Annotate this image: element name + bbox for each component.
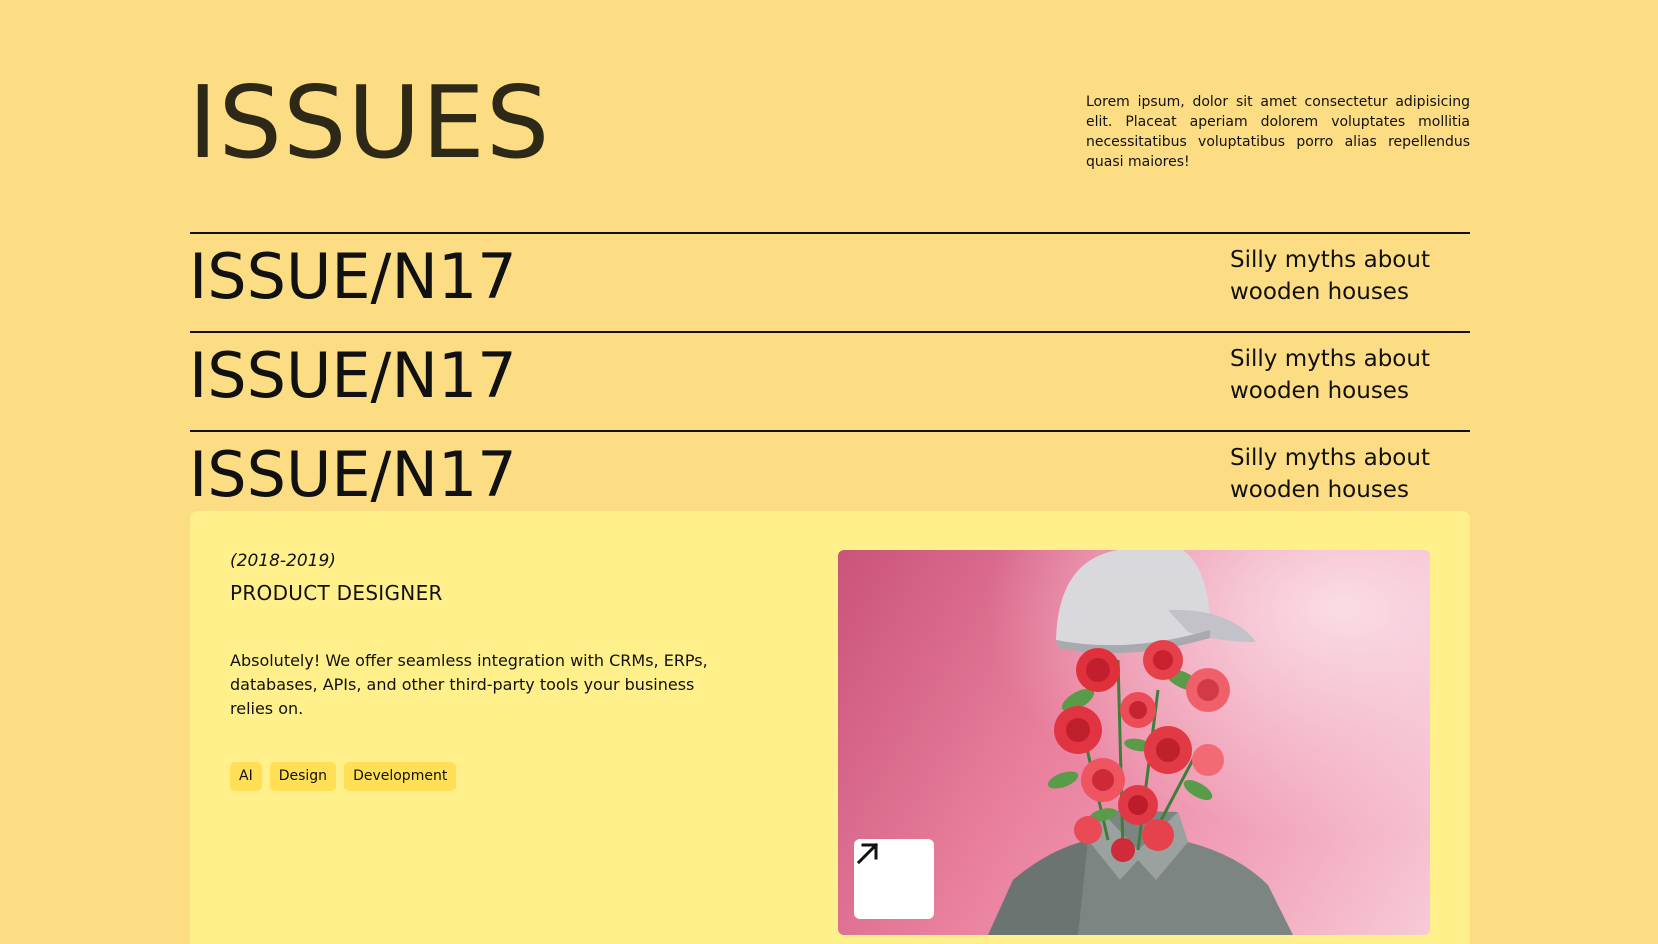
card-period: (2018-2019) [230,551,336,571]
page-header: ISSUES Lorem ipsum, dolor sit amet conse… [188,60,1470,190]
open-issue-button[interactable] [854,839,934,919]
issue-number: ISSUE/N17 [189,339,517,412]
issue-subtitle: Silly myths about wooden houses [1230,445,1430,503]
tag-list: AI Design Development [230,762,457,791]
tag-design[interactable]: Design [269,762,337,791]
page-title: ISSUES [188,64,551,181]
header-description: Lorem ipsum, dolor sit amet consectetur … [1086,94,1470,170]
issue-number: ISSUE/N17 [189,240,517,313]
issue-detail-card: (2018-2019) PRODUCT DESIGNER Absolutely!… [190,511,1470,944]
issue-number: ISSUE/N17 [189,438,517,511]
issues-list: ISSUE/N17 Silly myths about wooden house… [189,232,1470,529]
tag-ai[interactable]: AI [230,762,262,791]
issue-row[interactable]: ISSUE/N17 Silly myths about wooden house… [189,232,1470,331]
arrow-up-right-icon [856,842,879,865]
issue-subtitle: Silly myths about wooden houses [1230,346,1430,404]
tag-development[interactable]: Development [344,762,457,791]
card-role: PRODUCT DESIGNER [230,581,443,605]
card-description: Absolutely! We offer seamless integratio… [230,651,708,718]
issue-subtitle: Silly myths about wooden houses [1230,247,1430,305]
card-image [838,550,1430,935]
page: ISSUES Lorem ipsum, dolor sit amet conse… [0,0,1658,944]
issue-row[interactable]: ISSUE/N17 Silly myths about wooden house… [189,331,1470,430]
